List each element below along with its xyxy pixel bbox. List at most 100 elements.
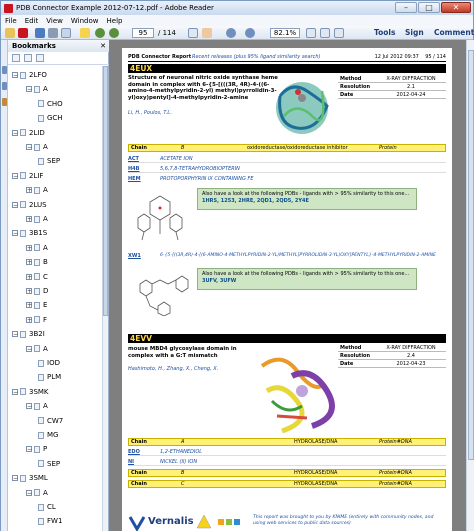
bookmark-item[interactable]: − 3B1S: [12, 228, 47, 238]
open-icon[interactable]: [5, 28, 15, 38]
collapse-toggle-icon[interactable]: −: [12, 230, 18, 237]
read-mode-icon[interactable]: [334, 28, 344, 38]
zoom-out-icon[interactable]: [226, 28, 236, 38]
hand-tool-icon[interactable]: [202, 28, 212, 38]
bookmark-item[interactable]: − A: [26, 84, 48, 94]
minimize-button[interactable]: –: [395, 2, 417, 13]
bookmark-options-icon[interactable]: [12, 54, 20, 62]
bookmark-item[interactable]: MG: [38, 430, 58, 440]
expand-toggle-icon[interactable]: +: [26, 259, 32, 266]
bookmark-item[interactable]: + A: [26, 214, 48, 224]
sign-link[interactable]: Sign: [405, 28, 424, 37]
delete-bookmark-icon[interactable]: [24, 54, 32, 62]
bookmark-item[interactable]: + E: [26, 300, 47, 310]
collapse-toggle-icon[interactable]: −: [26, 446, 32, 453]
expand-toggle-icon[interactable]: +: [26, 273, 32, 280]
print-icon[interactable]: [48, 28, 58, 38]
bookmark-item[interactable]: CW7: [38, 416, 63, 426]
expand-toggle-icon[interactable]: +: [26, 216, 32, 223]
collapse-toggle-icon[interactable]: −: [26, 345, 32, 352]
next-page-icon[interactable]: [109, 28, 119, 38]
bookmark-item[interactable]: + F: [26, 315, 47, 325]
menu-file[interactable]: File: [5, 17, 17, 25]
bookmark-item[interactable]: FW1: [38, 516, 62, 526]
bookmark-item[interactable]: − 3B2I: [12, 329, 45, 339]
zoom-in-icon[interactable]: [245, 28, 255, 38]
ligand-id-link[interactable]: H4B: [128, 166, 139, 172]
bookmark-item[interactable]: GCH: [38, 113, 63, 123]
bookmarks-scrollbar[interactable]: [102, 66, 108, 531]
bookmark-item[interactable]: − 3SMK: [12, 387, 49, 397]
bookmark-item[interactable]: + A: [26, 243, 48, 253]
close-panel-icon[interactable]: ✕: [100, 40, 106, 52]
bookmark-item[interactable]: − 2LUS: [12, 200, 47, 210]
collapse-toggle-icon[interactable]: −: [26, 144, 32, 151]
bookmark-item[interactable]: − 2LFO: [12, 70, 47, 80]
bookmarks-scroll-thumb[interactable]: [103, 66, 108, 316]
bookmark-item[interactable]: − A: [26, 344, 48, 354]
bookmark-item[interactable]: − P: [26, 444, 47, 454]
bookmark-item[interactable]: IOD: [38, 358, 60, 368]
tools-link[interactable]: Tools: [374, 28, 395, 37]
collapse-toggle-icon[interactable]: −: [12, 129, 18, 136]
collapse-toggle-icon[interactable]: −: [12, 72, 18, 79]
bookmark-item[interactable]: − A: [26, 401, 48, 411]
ligand-id-link[interactable]: XW1: [128, 253, 141, 259]
maximize-button[interactable]: □: [418, 2, 440, 13]
ligand-id-link[interactable]: NI: [128, 459, 134, 465]
attachments-panel-icon[interactable]: [2, 98, 7, 106]
expand-toggle-icon[interactable]: +: [26, 316, 32, 323]
comment-link[interactable]: Comment: [434, 28, 474, 37]
collapse-toggle-icon[interactable]: −: [12, 388, 18, 395]
create-pdf-icon[interactable]: [18, 28, 28, 38]
collapse-toggle-icon[interactable]: −: [12, 475, 18, 482]
collapse-toggle-icon[interactable]: −: [12, 172, 18, 179]
collapse-toggle-icon[interactable]: −: [12, 331, 18, 338]
bookmark-item[interactable]: − 2LID: [12, 128, 45, 138]
save-icon[interactable]: [35, 28, 45, 38]
bookmark-item[interactable]: − 2LIF: [12, 171, 43, 181]
bookmark-item[interactable]: SEP: [38, 156, 60, 166]
zoom-level-select[interactable]: 82.1%: [270, 28, 300, 38]
document-scroll-thumb[interactable]: [468, 50, 474, 460]
ligand-id-link[interactable]: EDO: [128, 449, 140, 455]
bookmark-item[interactable]: + C: [26, 272, 48, 282]
close-button[interactable]: ✕: [441, 2, 471, 13]
menu-help[interactable]: Help: [107, 17, 123, 25]
similar-pdb-ids[interactable]: 3UFV, 3UFW: [202, 278, 236, 284]
bookmark-item[interactable]: SEP: [38, 459, 60, 469]
bookmark-item[interactable]: + B: [26, 257, 48, 267]
new-bookmark-icon[interactable]: [36, 54, 44, 62]
bookmark-item[interactable]: CHO: [38, 99, 63, 109]
bookmark-item[interactable]: CL: [38, 502, 56, 512]
bookmark-item[interactable]: − A: [26, 488, 48, 498]
ligand-id-link[interactable]: ACT: [128, 156, 139, 162]
bookmark-item[interactable]: PLM: [38, 372, 61, 382]
expand-toggle-icon[interactable]: +: [26, 187, 32, 194]
collapse-toggle-icon[interactable]: −: [26, 403, 32, 410]
bookmark-item[interactable]: + A: [26, 185, 48, 195]
menu-window[interactable]: Window: [71, 17, 99, 25]
fit-width-icon[interactable]: [320, 28, 330, 38]
bookmarks-panel-icon[interactable]: [2, 82, 7, 90]
collapse-toggle-icon[interactable]: −: [26, 489, 32, 496]
menu-view[interactable]: View: [46, 17, 63, 25]
bookmark-item[interactable]: + D: [26, 286, 48, 296]
collapse-toggle-icon[interactable]: −: [12, 201, 18, 208]
comment-icon[interactable]: [80, 28, 90, 38]
expand-toggle-icon[interactable]: +: [26, 244, 32, 251]
bookmark-item[interactable]: − A: [26, 142, 48, 152]
collapse-toggle-icon[interactable]: −: [26, 86, 32, 93]
expand-toggle-icon[interactable]: +: [26, 288, 32, 295]
email-icon[interactable]: [61, 28, 71, 38]
pages-panel-icon[interactable]: [2, 66, 7, 74]
page-number-input[interactable]: 95: [132, 28, 154, 38]
ligand-id-link[interactable]: HEM: [128, 176, 141, 182]
menu-edit[interactable]: Edit: [25, 17, 39, 25]
fit-page-icon[interactable]: [306, 28, 316, 38]
select-tool-icon[interactable]: [188, 28, 198, 38]
bookmark-item[interactable]: − 3SML: [12, 473, 48, 483]
similar-pdb-ids[interactable]: 1HRS, 1253, 2HRE, 2QD1, 2QD5, 2Y4E: [202, 198, 309, 204]
previous-page-icon[interactable]: [95, 28, 105, 38]
document-scrollbar[interactable]: [466, 40, 474, 531]
